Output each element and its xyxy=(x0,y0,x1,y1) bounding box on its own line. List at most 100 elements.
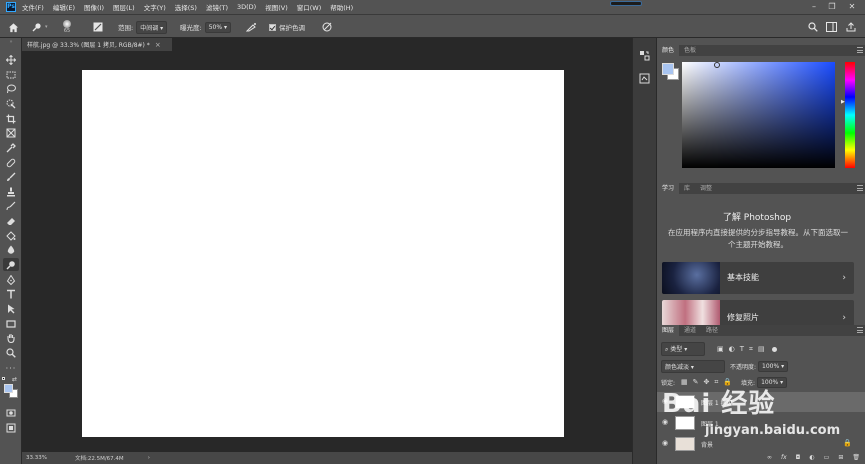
layer-filter-icons[interactable]: ▣◐T⌗▤ xyxy=(717,345,770,354)
crop-icon xyxy=(6,114,16,123)
gradient-tool[interactable] xyxy=(3,229,19,242)
quick-mask-button[interactable] xyxy=(3,406,19,419)
healing-brush-tool[interactable] xyxy=(3,156,19,169)
swap-colors-button[interactable]: ⇄ xyxy=(12,376,17,383)
exposure-field[interactable]: 50% ▾ xyxy=(204,21,231,33)
menu-bar: Ps 文件(F) 编辑(E) 图像(I) 图层(L) 文字(Y) 选择(S) 滤… xyxy=(0,0,865,14)
pen-tool[interactable] xyxy=(3,273,19,286)
path-selection-tool[interactable] xyxy=(3,302,19,315)
new-group-icon[interactable]: ▭ xyxy=(824,454,830,461)
eyedropper-tool[interactable] xyxy=(3,141,19,154)
menu-3d[interactable]: 3D(D) xyxy=(237,3,256,11)
trash-icon[interactable]: 🗑 xyxy=(852,454,860,461)
eraser-tool[interactable] xyxy=(3,214,19,227)
status-menu-arrow[interactable]: › xyxy=(148,455,150,461)
learn-card-fix-photo[interactable]: 修复照片 › xyxy=(662,300,854,326)
menu-help[interactable]: 帮助(H) xyxy=(330,2,353,12)
opacity-field[interactable]: 100% ▾ xyxy=(758,360,789,372)
default-colors-button[interactable] xyxy=(2,377,7,382)
crop-tool[interactable] xyxy=(3,112,19,125)
pressure-size-toggle[interactable] xyxy=(322,15,333,39)
blend-mode-select[interactable]: 颜色减淡 ▾ xyxy=(661,359,725,373)
tab-close-icon[interactable]: × xyxy=(155,41,161,49)
zoom-tool[interactable] xyxy=(3,346,19,359)
home-button[interactable] xyxy=(8,15,19,39)
filter-toggle-icon[interactable] xyxy=(771,346,777,352)
menu-edit[interactable]: 编辑(E) xyxy=(53,2,75,12)
tab-adjustments[interactable]: 调整 xyxy=(695,183,717,194)
workspace-button[interactable] xyxy=(826,15,837,39)
panel-menu-icon[interactable] xyxy=(857,185,863,191)
menu-select[interactable]: 选择(S) xyxy=(175,2,197,12)
link-layers-icon[interactable]: ∞ xyxy=(767,454,772,461)
panel-menu-icon[interactable] xyxy=(857,47,863,53)
document-tab[interactable]: 样航.jpg @ 33.3% (图层 1 拷贝, RGB/8#) * × xyxy=(22,38,172,51)
tab-paths[interactable]: 路径 xyxy=(701,325,723,336)
fx-button[interactable]: fx xyxy=(781,454,787,461)
options-bar: ▾ 65 范围: 中间调 ▾ 曝光度: 50% ▾ 保护色调 xyxy=(0,14,865,38)
layer-filter-select[interactable]: ⌕ 类型 ▾ xyxy=(661,342,705,356)
move-tool[interactable] xyxy=(3,53,19,66)
tab-color[interactable]: 颜色 xyxy=(657,45,680,56)
learn-card-basic-skills[interactable]: 基本技能 › xyxy=(662,262,854,294)
tab-swatches[interactable]: 色板 xyxy=(679,45,701,56)
panel-menu-icon[interactable] xyxy=(857,327,863,333)
menu-layer[interactable]: 图层(L) xyxy=(113,2,135,12)
new-layer-icon[interactable]: ⊞ xyxy=(838,454,843,461)
properties-panel-button[interactable] xyxy=(639,73,650,86)
watermark-brand: Bai 经验 xyxy=(662,389,776,419)
quick-selection-tool[interactable] xyxy=(3,97,19,110)
color-panel-foreground-swatch[interactable] xyxy=(662,63,674,75)
menu-file[interactable]: 文件(F) xyxy=(22,2,44,12)
layers-panel-tabs: 图层 通道 路径 xyxy=(657,325,865,336)
range-select[interactable]: 中间调 ▾ xyxy=(136,20,168,34)
menu-window[interactable]: 窗口(W) xyxy=(297,2,322,12)
frame-tool[interactable] xyxy=(3,126,19,139)
airbrush-toggle[interactable] xyxy=(246,15,257,39)
eye-icon[interactable]: ◉ xyxy=(662,439,670,447)
tab-libraries[interactable]: 库 xyxy=(679,183,695,194)
tool-preset-picker[interactable]: ▾ xyxy=(32,15,48,39)
more-tools-button[interactable]: ··· xyxy=(3,362,19,375)
search-button[interactable] xyxy=(808,15,818,39)
color-field[interactable] xyxy=(682,62,835,168)
clone-stamp-tool[interactable] xyxy=(3,185,19,198)
image-canvas[interactable] xyxy=(82,70,564,437)
restore-button[interactable]: ❐ xyxy=(823,0,841,14)
tab-channels[interactable]: 通道 xyxy=(679,325,701,336)
menu-filter[interactable]: 滤镜(T) xyxy=(206,2,228,12)
lasso-tool[interactable] xyxy=(3,82,19,95)
layers-bottom-bar: ∞ fx ◘ ◐ ▭ ⊞ 🗑 xyxy=(657,451,865,463)
brush-settings-button[interactable] xyxy=(93,15,103,39)
share-button[interactable] xyxy=(846,15,856,39)
marquee-tool[interactable] xyxy=(3,68,19,81)
brush-size-picker[interactable]: 65 xyxy=(63,15,71,39)
hand-tool[interactable] xyxy=(3,331,19,344)
history-panel-button[interactable] xyxy=(639,50,650,63)
hue-slider[interactable] xyxy=(845,62,855,168)
menu-type[interactable]: 文字(Y) xyxy=(144,2,166,12)
color-picker-cursor[interactable] xyxy=(714,62,720,68)
adjustment-layer-icon[interactable]: ◐ xyxy=(809,454,814,461)
menu-image[interactable]: 图像(I) xyxy=(84,2,104,12)
menu-view[interactable]: 视图(V) xyxy=(265,2,288,12)
rectangle-tool[interactable] xyxy=(3,317,19,330)
minimize-button[interactable]: – xyxy=(805,0,823,14)
close-button[interactable]: ✕ xyxy=(843,0,861,14)
screen-mode-button[interactable] xyxy=(3,421,19,434)
toolbar-collapse-handle[interactable]: » xyxy=(3,39,19,45)
history-brush-tool[interactable] xyxy=(3,199,19,212)
zoom-level[interactable]: 33.33% xyxy=(26,455,47,461)
type-tool[interactable] xyxy=(3,287,19,300)
hue-slider-marker[interactable]: ▶ xyxy=(841,99,845,105)
blur-tool[interactable] xyxy=(3,243,19,256)
protect-tones-checkbox[interactable]: 保护色调 xyxy=(269,15,305,39)
brush-tool[interactable] xyxy=(3,170,19,183)
tab-layers[interactable]: 图层 xyxy=(657,325,680,336)
foreground-color-swatch[interactable] xyxy=(4,384,13,393)
brush-panel-icon xyxy=(93,22,103,32)
tab-learn[interactable]: 学习 xyxy=(657,183,680,194)
add-mask-icon[interactable]: ◘ xyxy=(796,454,801,461)
dodge-tool[interactable] xyxy=(3,258,19,271)
lock-icon: 🔒 xyxy=(843,439,852,447)
